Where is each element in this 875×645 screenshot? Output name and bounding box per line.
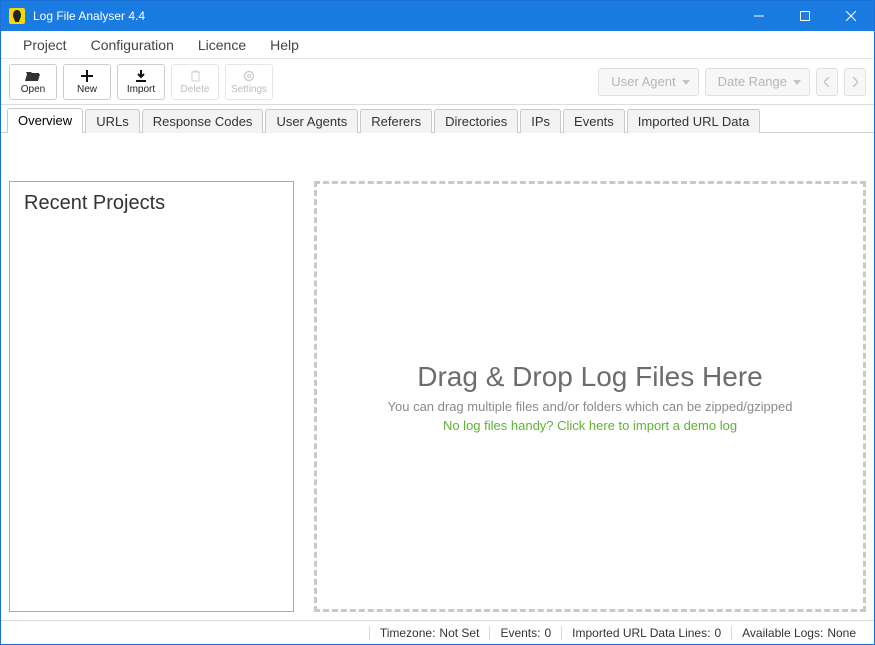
- settings-label: Settings: [231, 84, 267, 95]
- content-area: Recent Projects Drag & Drop Log Files He…: [1, 133, 874, 620]
- download-icon: [135, 69, 147, 83]
- import-button[interactable]: Import: [117, 64, 165, 100]
- tab-events[interactable]: Events: [563, 109, 625, 133]
- recent-projects-heading: Recent Projects: [24, 192, 279, 215]
- gear-icon: [243, 69, 255, 83]
- open-label: Open: [21, 84, 45, 95]
- date-range-dropdown: Date Range: [705, 68, 810, 96]
- new-button[interactable]: New: [63, 64, 111, 100]
- tab-ips[interactable]: IPs: [520, 109, 561, 133]
- user-agent-label: User Agent: [611, 74, 675, 89]
- plus-icon: [81, 69, 93, 83]
- tab-urls[interactable]: URLs: [85, 109, 140, 133]
- import-label: Import: [127, 84, 155, 95]
- window-title: Log File Analyser 4.4: [33, 9, 145, 23]
- delete-label: Delete: [181, 84, 210, 95]
- titlebar: Log File Analyser 4.4: [1, 1, 874, 31]
- new-label: New: [77, 84, 97, 95]
- open-button[interactable]: Open: [9, 64, 57, 100]
- nav-prev-button: [816, 68, 838, 96]
- status-timezone: Timezone: Not Set: [369, 626, 490, 640]
- chevron-down-icon: [682, 74, 690, 89]
- status-events: Events: 0: [489, 626, 561, 640]
- menubar: Project Configuration Licence Help: [1, 31, 874, 59]
- dropzone[interactable]: Drag & Drop Log Files Here You can drag …: [314, 181, 866, 612]
- dropzone-title: Drag & Drop Log Files Here: [417, 361, 762, 393]
- maximize-button[interactable]: [782, 1, 828, 31]
- status-logs-label: Available Logs:: [742, 626, 823, 640]
- tabstrip: Overview URLs Response Codes User Agents…: [1, 105, 874, 133]
- status-logs: Available Logs: None: [731, 626, 866, 640]
- status-imported: Imported URL Data Lines: 0: [561, 626, 731, 640]
- minimize-button[interactable]: [736, 1, 782, 31]
- menu-help[interactable]: Help: [258, 33, 311, 57]
- menu-licence[interactable]: Licence: [186, 33, 258, 57]
- tab-imported-url-data[interactable]: Imported URL Data: [627, 109, 761, 133]
- dropzone-demo-link[interactable]: No log files handy? Click here to import…: [443, 418, 737, 433]
- menu-project[interactable]: Project: [11, 33, 79, 57]
- app-icon: [9, 8, 25, 24]
- dropzone-subtitle: You can drag multiple files and/or folde…: [388, 399, 793, 414]
- status-events-label: Events:: [500, 626, 540, 640]
- toolbar: Open New Import Delete Settings User Age…: [1, 59, 874, 105]
- status-imported-label: Imported URL Data Lines:: [572, 626, 710, 640]
- tab-response-codes[interactable]: Response Codes: [142, 109, 264, 133]
- date-range-label: Date Range: [718, 74, 787, 89]
- status-logs-value: None: [827, 626, 856, 640]
- menu-configuration[interactable]: Configuration: [79, 33, 186, 57]
- trash-icon: [190, 69, 201, 83]
- statusbar: Timezone: Not Set Events: 0 Imported URL…: [1, 620, 874, 644]
- close-button[interactable]: [828, 1, 874, 31]
- tab-referers[interactable]: Referers: [360, 109, 432, 133]
- status-events-value: 0: [544, 626, 551, 640]
- status-timezone-label: Timezone:: [380, 626, 436, 640]
- tab-overview[interactable]: Overview: [7, 108, 83, 133]
- nav-next-button: [844, 68, 866, 96]
- user-agent-dropdown: User Agent: [598, 68, 698, 96]
- settings-button: Settings: [225, 64, 273, 100]
- status-timezone-value: Not Set: [439, 626, 479, 640]
- tab-user-agents[interactable]: User Agents: [265, 109, 358, 133]
- recent-projects-panel: Recent Projects: [9, 181, 294, 612]
- status-imported-value: 0: [714, 626, 721, 640]
- delete-button: Delete: [171, 64, 219, 100]
- tab-directories[interactable]: Directories: [434, 109, 518, 133]
- folder-open-icon: [25, 69, 41, 83]
- chevron-down-icon: [793, 74, 801, 89]
